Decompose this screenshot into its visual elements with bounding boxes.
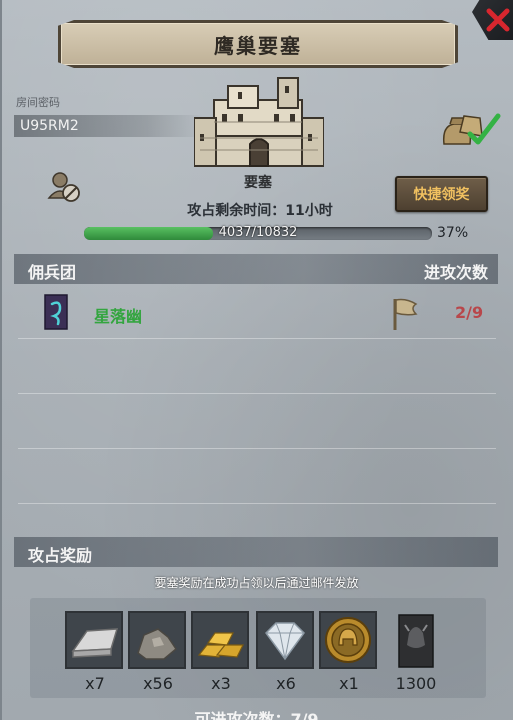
- mercenary-name: 星落幽: [94, 307, 143, 326]
- castle-icon[interactable]: [194, 74, 324, 169]
- capture-timer: 攻占剩余时间：11小时: [187, 203, 333, 219]
- quick-claim-button[interactable]: 快捷领奖: [395, 176, 488, 212]
- stone-ore-icon: [130, 613, 184, 667]
- flag-icon: [393, 298, 418, 330]
- reward-quantity: x56: [143, 674, 173, 693]
- reward-slot[interactable]: [319, 611, 377, 669]
- anonymous-user-icon[interactable]: [46, 168, 82, 204]
- dark-portrait-icon: [398, 614, 434, 668]
- page-title: 鹰巢要塞: [214, 33, 302, 58]
- guild-banner-icon: [44, 294, 68, 330]
- helmet-coin-icon: [321, 613, 375, 667]
- fortress-label: 要塞: [244, 175, 272, 191]
- diamond-icon: [258, 613, 312, 667]
- capture-progress-text: 4037/10832: [218, 225, 298, 240]
- attack-count-header-label: 进攻次数: [423, 263, 488, 282]
- reward-slot[interactable]: [256, 611, 314, 669]
- capture-progress-percent: 37%: [437, 225, 469, 241]
- title-plate: 鹰巢要塞: [58, 20, 458, 68]
- reward-slot[interactable]: [191, 611, 249, 669]
- room-code-label: 房间密码: [16, 96, 60, 109]
- gold-bars-icon: [193, 613, 247, 667]
- row-divider: [18, 448, 496, 449]
- row-divider: [18, 338, 496, 339]
- reward-slot[interactable]: [65, 611, 123, 669]
- reward-quantity: x7: [85, 674, 105, 693]
- reward-quantity: x6: [276, 674, 296, 693]
- room-code-field: U95RM2: [14, 115, 204, 137]
- reward-quantity: x1: [339, 674, 359, 693]
- reward-slot[interactable]: [397, 611, 435, 669]
- rewards-header: 攻占奖励: [14, 537, 498, 567]
- mercenary-header-label: 佣兵团: [28, 263, 77, 282]
- row-divider: [18, 503, 496, 504]
- mercenary-header: 佣兵团 进攻次数: [14, 254, 498, 284]
- room-code-value: U95RM2: [20, 118, 79, 134]
- rewards-note: 要塞奖励在成功占领以后通过邮件发放: [154, 576, 359, 590]
- row-divider: [18, 393, 496, 394]
- close-icon: [486, 8, 509, 32]
- silver-ingot-icon: [67, 613, 121, 667]
- reward-quantity: x3: [211, 674, 231, 693]
- available-attacks: 可进攻次数：7/9: [194, 710, 319, 720]
- rewards-header-label: 攻占奖励: [28, 546, 93, 565]
- mercenary-attack-count: 2/9: [455, 303, 484, 322]
- reward-quantity: 1300: [395, 674, 437, 693]
- reward-slot[interactable]: [128, 611, 186, 669]
- loot-bags-check-icon[interactable]: [440, 108, 502, 148]
